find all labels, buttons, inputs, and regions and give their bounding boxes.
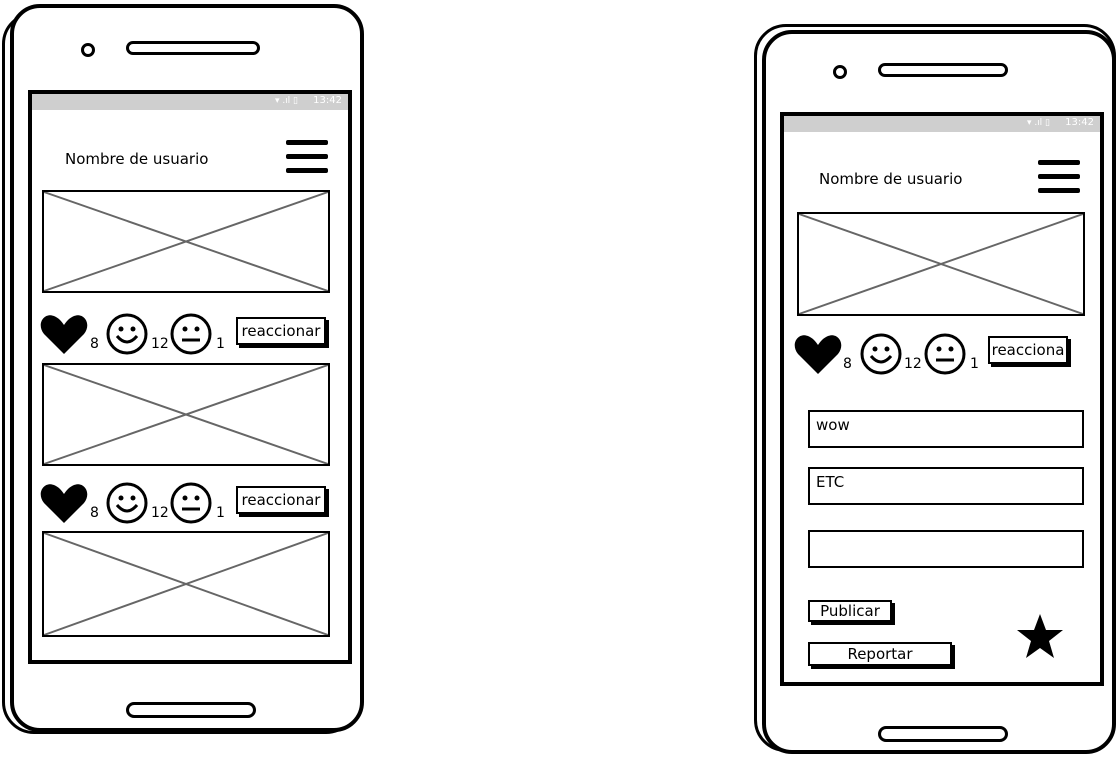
camera-icon: [81, 43, 95, 57]
heart-icon[interactable]: [794, 334, 842, 376]
smile-icon[interactable]: [859, 332, 903, 376]
username-label: Nombre de usuario: [819, 170, 963, 188]
phone-left: ▾ .ıl ▯ 13:42 Nombre de usuario 8 12 1 r…: [10, 4, 364, 732]
neutral-face-icon[interactable]: [923, 332, 967, 376]
post-image: [42, 363, 330, 466]
heart-count: 8: [843, 356, 852, 372]
status-bar: ▾ .ıl ▯ 13:42: [32, 94, 348, 110]
menu-icon[interactable]: [286, 140, 328, 176]
comment-field[interactable]: ETC: [808, 467, 1084, 505]
heart-icon[interactable]: [40, 483, 88, 525]
comment-field[interactable]: [808, 530, 1084, 568]
image-placeholder-icon: [799, 214, 1083, 314]
react-button[interactable]: reaccionar: [236, 486, 326, 514]
smile-count: 12: [904, 356, 922, 372]
home-button[interactable]: [126, 702, 256, 718]
status-time: 13:42: [1065, 117, 1094, 128]
neutral-face-icon[interactable]: [169, 481, 213, 525]
reaction-row: 8 12 1 reacciona: [794, 332, 1094, 376]
react-button[interactable]: reaccionar: [236, 317, 326, 345]
star-icon[interactable]: [1016, 612, 1064, 660]
post-image: [42, 190, 330, 293]
heart-count: 8: [90, 505, 99, 521]
speaker-slot: [878, 63, 1008, 77]
report-button[interactable]: Reportar: [808, 642, 952, 666]
react-button[interactable]: reacciona: [988, 336, 1068, 364]
comment-field[interactable]: wow: [808, 410, 1084, 448]
smile-count: 12: [151, 336, 169, 352]
username-label: Nombre de usuario: [65, 150, 209, 168]
neutral-face-icon[interactable]: [169, 312, 213, 356]
signal-icon: ▾ .ıl ▯: [274, 96, 298, 106]
speaker-slot: [126, 41, 260, 55]
status-time: 13:42: [313, 95, 342, 106]
screen-right: ▾ .ıl ▯ 13:42 Nombre de usuario 8 12 1 r…: [780, 112, 1104, 686]
screen-left: ▾ .ıl ▯ 13:42 Nombre de usuario 8 12 1 r…: [28, 90, 352, 664]
post-image: [42, 531, 330, 637]
post-image: [797, 212, 1085, 316]
smile-count: 12: [151, 505, 169, 521]
home-button[interactable]: [878, 726, 1008, 742]
smile-icon[interactable]: [105, 312, 149, 356]
neutral-count: 1: [970, 356, 979, 372]
image-placeholder-icon: [44, 365, 328, 464]
image-placeholder-icon: [44, 533, 328, 635]
status-bar: ▾ .ıl ▯ 13:42: [784, 116, 1100, 132]
menu-icon[interactable]: [1038, 160, 1080, 196]
publish-button[interactable]: Publicar: [808, 600, 892, 622]
image-placeholder-icon: [44, 192, 328, 291]
heart-icon[interactable]: [40, 314, 88, 356]
reaction-row: 8 12 1 reaccionar: [40, 481, 340, 525]
heart-count: 8: [90, 336, 99, 352]
camera-icon: [833, 65, 847, 79]
signal-icon: ▾ .ıl ▯: [1026, 118, 1050, 128]
phone-right: ▾ .ıl ▯ 13:42 Nombre de usuario 8 12 1 r…: [762, 30, 1116, 754]
reaction-row: 8 12 1 reaccionar: [40, 312, 340, 356]
neutral-count: 1: [216, 336, 225, 352]
neutral-count: 1: [216, 505, 225, 521]
smile-icon[interactable]: [105, 481, 149, 525]
